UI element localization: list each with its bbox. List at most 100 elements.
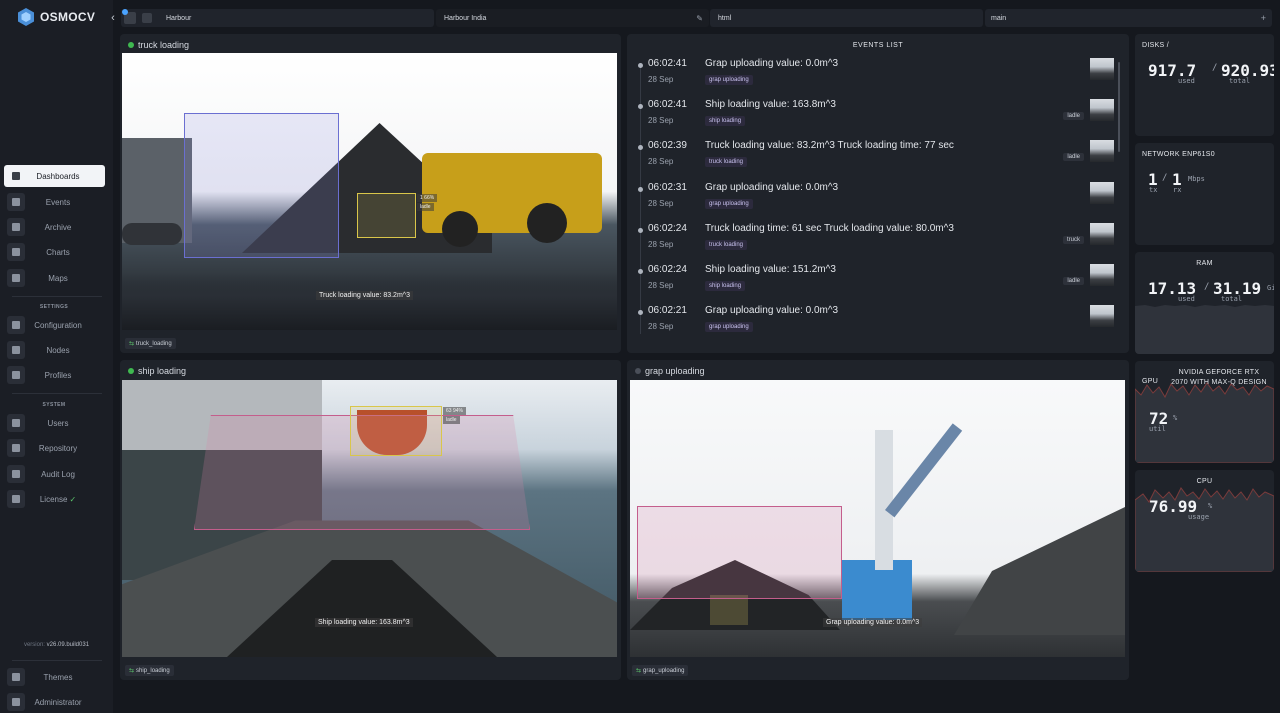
sidebar-item-themes[interactable]: Themes (4, 666, 105, 688)
event-thumbnail[interactable] (1090, 222, 1114, 245)
sidebar-item-profiles[interactable]: Profiles (4, 364, 105, 386)
event-row[interactable]: 06:02:39 28 Sep Truck loading value: 83.2m… (627, 140, 1124, 180)
divider (12, 296, 102, 297)
sidebar-item-label: License ✓ (25, 495, 105, 504)
stat-network: NETWORK ENP61S0 1 / 1 Mbps tx rx (1135, 143, 1274, 245)
tag-icon: ⇆ (129, 668, 135, 674)
events-title: EVENTS LIST (852, 42, 904, 49)
sidebar-item-label: Configuration (34, 320, 82, 330)
event-text: Ship loading value: 163.8m^3 (705, 99, 836, 111)
sidebar-item-nodes[interactable]: Nodes (4, 339, 105, 361)
event-row[interactable]: 06:02:41 28 Sep Ship loading value: 163.8m… (627, 99, 1124, 139)
camera-title-text: ship loading (138, 366, 187, 376)
camera-video-feed[interactable]: Grap uploading value: 0.0m^3 (630, 380, 1125, 657)
sidebar-item-configuration[interactable]: Configuration (4, 314, 105, 336)
dashboard-name-field[interactable]: Harbour India ✎ (436, 9, 709, 27)
event-badge[interactable]: grap uploading (705, 198, 753, 209)
event-object-label: ladle (1063, 277, 1084, 285)
sidebar-item-administrator[interactable]: Administrator (4, 691, 105, 713)
event-thumbnail[interactable] (1090, 264, 1114, 286)
gpu-sub-label: util (1149, 425, 1166, 433)
stat-title: CPU (1196, 478, 1213, 485)
osmocv-logo-icon (18, 8, 34, 26)
pencil-icon[interactable]: ✎ (696, 14, 703, 23)
plus-icon[interactable]: + (1261, 13, 1266, 23)
status-dot-icon (128, 42, 134, 48)
camera-tag-label: truck_loading (136, 340, 172, 347)
truck-wheel-shape (122, 223, 182, 245)
stat-title: NETWORK ENP61S0 (1142, 151, 1215, 158)
sidebar-item-maps[interactable]: Maps (4, 267, 105, 289)
sidebar-item-license[interactable]: License ✓ (4, 488, 105, 510)
sidebar-item-users[interactable]: Users (4, 412, 105, 434)
tx-label: tx (1149, 186, 1158, 194)
stat-title: NVIDIA GEFORCE RTX 2070 WITH MAX-Q DESIG… (1171, 369, 1267, 386)
camera-tag[interactable]: ⇆ truck_loading (125, 338, 176, 349)
event-row[interactable]: 06:02:24 28 Sep Ship loading value: 151.2m… (627, 264, 1124, 304)
sidebar-item-repository[interactable]: Repository (4, 437, 105, 459)
cpu-unit: % (1208, 502, 1213, 510)
event-thumbnail[interactable] (1090, 99, 1114, 122)
stat-cpu: CPU 76.99 % usage (1135, 470, 1274, 572)
event-thumbnail[interactable] (1090, 140, 1114, 163)
sidebar-item-charts[interactable]: Charts (4, 241, 105, 263)
event-date: 28 Sep (648, 322, 674, 332)
event-row[interactable]: 06:02:21 28 Sep Grap uploading value: 0.0m… (627, 305, 1124, 345)
events-panel: EVENTS LIST 06:02:41 28 Sep Grap uploading… (627, 34, 1129, 353)
main-field-value: main (991, 14, 1007, 22)
event-object-label: truck (1062, 235, 1084, 244)
camera-overlay-text: Grap uploading value: 0.0m^3 (823, 618, 923, 627)
html-field[interactable]: html (710, 9, 983, 27)
nodes-icon (7, 341, 25, 359)
event-text: Grap uploading value: 0.0m^3 (705, 305, 839, 317)
event-row[interactable]: 06:02:24 28 Sep Truck loading time: 61 sec… (627, 222, 1124, 263)
camera-tag[interactable]: ⇆ ship_loading (125, 665, 174, 676)
breadcrumb-item[interactable]: Harbour (166, 15, 191, 22)
event-time: 06:02:24 (648, 222, 687, 234)
html-field-value: html (718, 14, 732, 22)
gpu-label: GPU (1142, 378, 1159, 385)
event-row[interactable]: 06:02:31 28 Sep Grap uploading value: 0.0m… (627, 181, 1124, 222)
event-badge[interactable]: truck loading (705, 239, 748, 250)
event-badge[interactable]: grap uploading (705, 322, 753, 333)
event-time: 06:02:41 (648, 58, 687, 69)
camera-title: grap uploading (635, 366, 705, 376)
dashboard-icon (7, 167, 25, 185)
detection-score: 1 66% (417, 194, 438, 202)
event-date: 28 Sep (648, 116, 674, 126)
camera-video-feed[interactable]: 1 66% ladle Truck loading value: 83.2m^3 (122, 53, 617, 330)
sidebar-item-label: Archive (44, 222, 72, 232)
camera-video-feed[interactable]: 63 94% ladle Ship loading value: 163.8m^… (122, 380, 617, 657)
sidebar-item-events[interactable]: Events (4, 191, 105, 213)
brand-logo[interactable]: OSMOCV (16, 7, 95, 27)
stat-ram: RAM 17.13 / 31.19 Gi used total (1135, 252, 1274, 354)
camera-title-text: truck loading (138, 40, 190, 50)
event-badge[interactable]: ship loading (705, 116, 746, 127)
main-field[interactable]: main + (985, 9, 1272, 27)
timeline-dot-icon (638, 63, 643, 68)
sidebar-item-archive[interactable]: Archive (4, 216, 105, 238)
version-value: v26.09.build031 (46, 642, 90, 648)
event-thumbnail[interactable] (1090, 181, 1114, 204)
event-object-label: ladle (1063, 153, 1084, 162)
users-icon (7, 414, 25, 432)
event-thumbnail[interactable] (1090, 305, 1114, 328)
tag-icon: ⇆ (636, 668, 642, 674)
event-badge[interactable]: truck loading (705, 157, 748, 168)
event-text: Grap uploading value: 0.0m^3 (705, 181, 839, 193)
timeline-dot-icon (638, 104, 643, 110)
sidebar-item-dashboards[interactable]: Dashboards (4, 165, 105, 187)
camera-tag[interactable]: ⇆ grap_uploading (632, 665, 689, 676)
event-badge[interactable]: ship loading (705, 281, 746, 291)
collapse-sidebar-button[interactable]: ‹ (106, 9, 120, 27)
sidebar-item-label: Events (45, 197, 71, 207)
event-badge[interactable]: grap uploading (705, 75, 753, 85)
globe-icon[interactable] (142, 13, 152, 23)
event-time: 06:02:39 (648, 140, 687, 152)
event-date: 28 Sep (648, 281, 674, 290)
event-row[interactable]: 06:02:41 28 Sep Grap uploading value: 0.0m… (627, 58, 1124, 98)
event-object-label: ladle (1063, 112, 1084, 121)
version-text: version: v26.09.build031 (0, 642, 113, 648)
event-thumbnail[interactable] (1090, 58, 1114, 80)
sidebar-item-audit-log[interactable]: Audit Log (4, 463, 105, 485)
